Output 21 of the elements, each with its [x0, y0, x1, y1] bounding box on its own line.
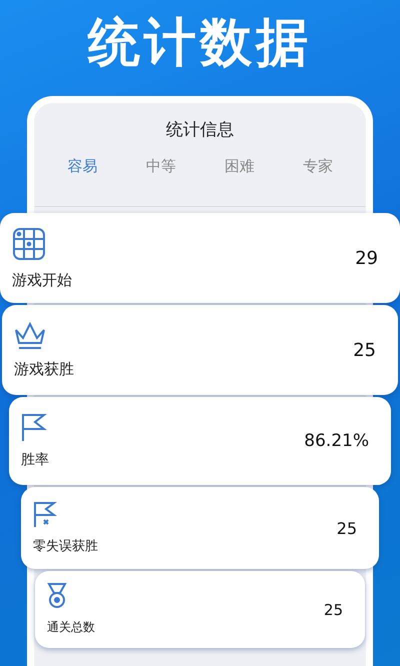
flag-icon — [21, 413, 47, 441]
stat-value: 25 — [336, 518, 357, 538]
stat-value: 29 — [355, 248, 378, 268]
stat-label: 胜率 — [21, 451, 49, 469]
stat-value: 25 — [324, 600, 343, 618]
stat-label: 游戏开始 — [12, 270, 72, 290]
stat-label: 通关总数 — [47, 619, 95, 636]
stat-label: 游戏获胜 — [14, 360, 74, 378]
flag-icon — [33, 501, 57, 527]
medal-icon — [47, 583, 67, 609]
stat-value: 86.21% — [304, 431, 369, 451]
grid-icon — [12, 226, 46, 260]
difficulty-tab[interactable]: 困难 — [224, 157, 254, 176]
stat-label: 零失误获胜 — [33, 538, 98, 555]
screen-title: 统计信息 — [165, 119, 235, 141]
difficulty-tab[interactable]: 专家 — [302, 157, 333, 176]
banner-title: 统计数据 — [86, 12, 313, 75]
difficulty-tab[interactable]: 中等 — [146, 157, 176, 176]
stat-value: 25 — [353, 340, 376, 360]
difficulty-tab[interactable]: 容易 — [67, 157, 98, 176]
crown-icon — [14, 322, 46, 350]
